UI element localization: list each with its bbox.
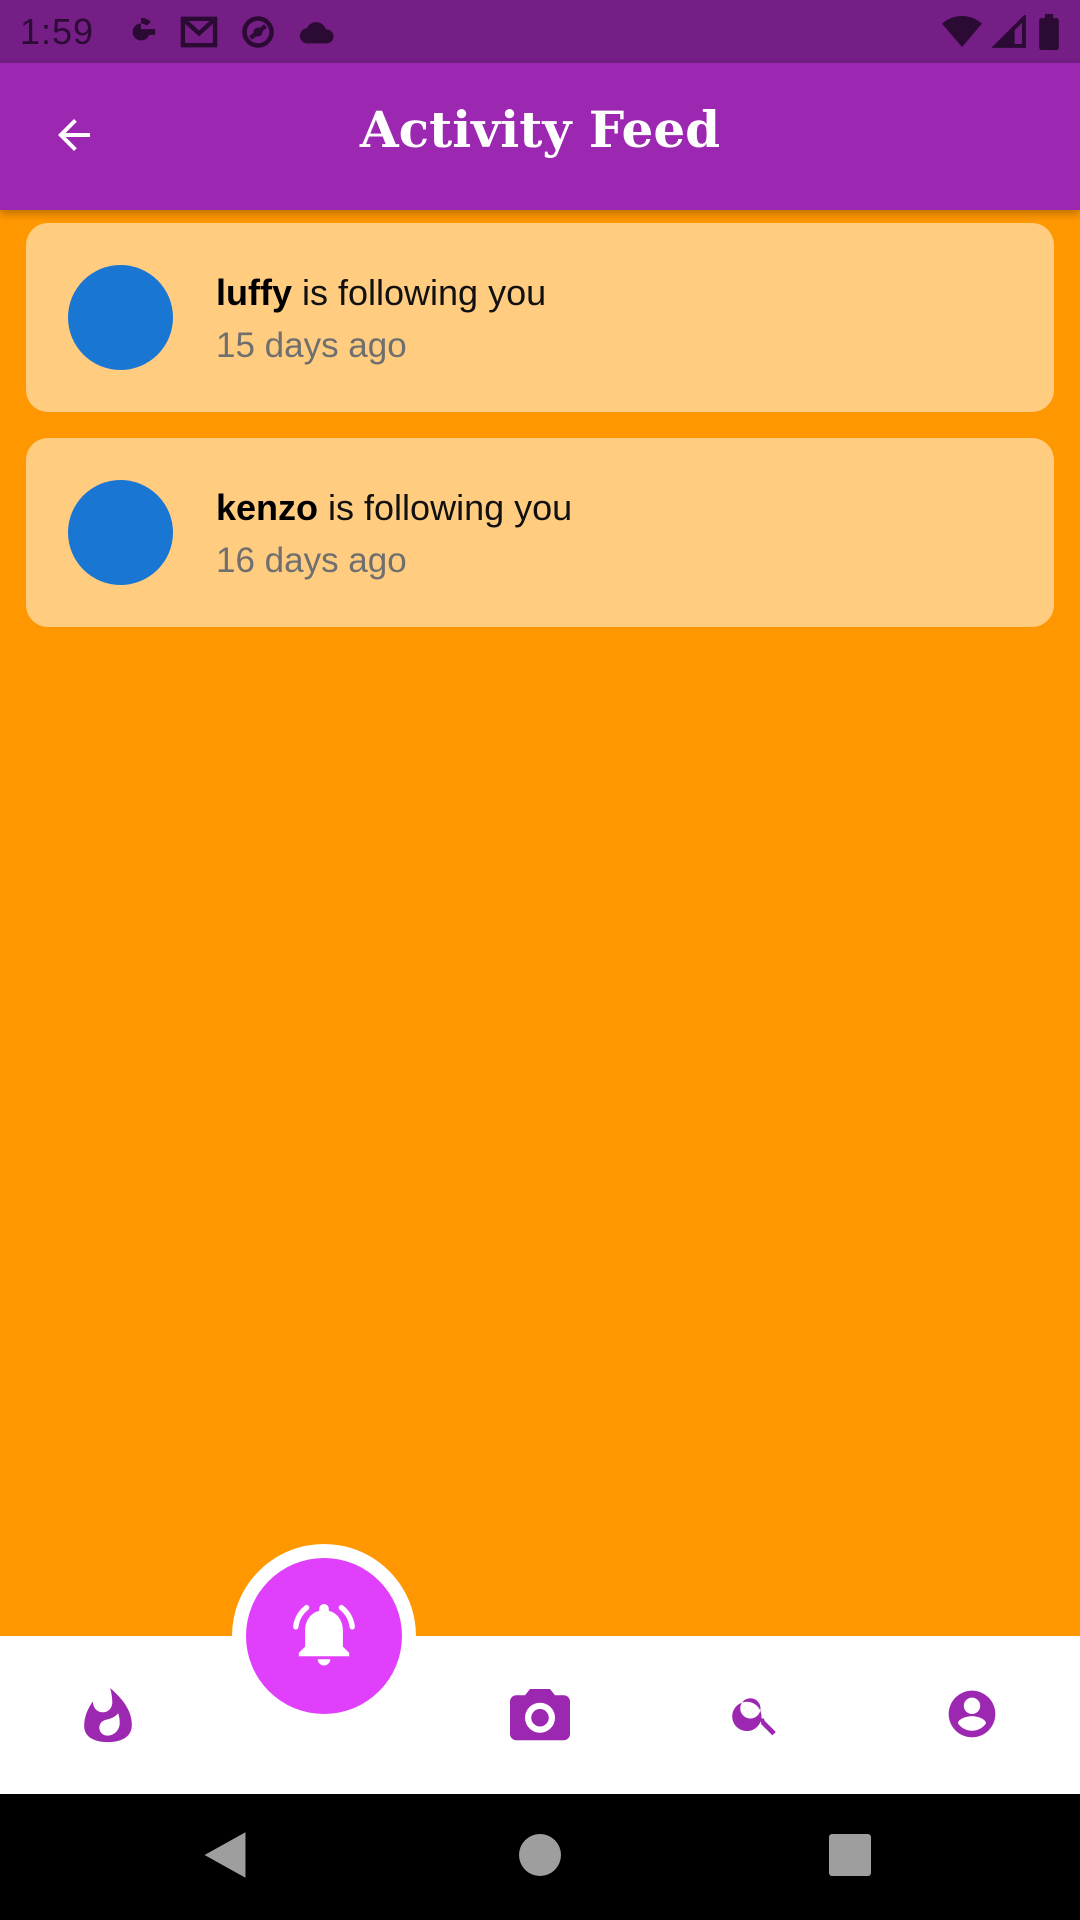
list-item[interactable]: luffy is following you 15 days ago xyxy=(26,223,1054,412)
status-bar: 1:59 xyxy=(0,0,1080,63)
nav-upload-button[interactable] xyxy=(500,1676,580,1756)
avatar[interactable] xyxy=(68,480,173,585)
feed-timestamp: 16 days ago xyxy=(216,541,407,580)
nav-activity-feed-button[interactable] xyxy=(246,1558,402,1714)
feed-message: kenzo is following you xyxy=(216,486,572,530)
cell-signal-icon xyxy=(992,14,1028,49)
list-item[interactable]: kenzo is following you 16 days ago xyxy=(26,438,1054,627)
avatar[interactable] xyxy=(68,265,173,370)
status-time: 1:59 xyxy=(20,10,95,52)
bell-ring-icon xyxy=(288,1598,360,1675)
square-recents-icon xyxy=(829,1833,871,1881)
cloud-icon xyxy=(298,19,336,45)
bottom-navigation-bar xyxy=(0,1636,1080,1794)
battery-icon xyxy=(1038,13,1060,50)
system-recents-button[interactable] xyxy=(817,1824,883,1890)
feed-text: kenzo is following you 16 days ago xyxy=(216,486,572,582)
app-bar: Activity Feed xyxy=(0,63,1080,210)
system-home-button[interactable] xyxy=(507,1824,573,1890)
circle-home-icon xyxy=(519,1833,561,1881)
wifi-icon xyxy=(942,15,982,49)
status-icons-right xyxy=(942,13,1060,50)
gmail-icon xyxy=(180,15,218,49)
feed-message: luffy is following you xyxy=(216,271,546,315)
feed-action: is following you xyxy=(292,272,547,313)
page-title: Activity Feed xyxy=(359,100,721,159)
feed-username[interactable]: luffy xyxy=(216,272,292,313)
triangle-back-icon xyxy=(202,1830,248,1885)
flame-icon xyxy=(82,1685,134,1748)
feed-timestamp: 15 days ago xyxy=(216,326,407,365)
system-navigation-bar xyxy=(0,1794,1080,1920)
status-icons-left xyxy=(124,14,336,50)
feed-action: is following you xyxy=(318,487,573,528)
account-circle-icon xyxy=(944,1686,1000,1747)
sync-icon xyxy=(240,14,276,50)
system-back-button[interactable] xyxy=(192,1824,258,1890)
feed-username[interactable]: kenzo xyxy=(216,487,318,528)
camera-icon xyxy=(510,1686,570,1747)
feed-text: luffy is following you 15 days ago xyxy=(216,271,546,367)
activity-feed-list: luffy is following you 15 days ago kenzo… xyxy=(26,223,1054,653)
google-icon xyxy=(124,15,158,49)
nav-timeline-button[interactable] xyxy=(68,1676,148,1756)
nav-search-button[interactable] xyxy=(716,1676,796,1756)
search-icon xyxy=(729,1687,783,1746)
nav-profile-button[interactable] xyxy=(932,1676,1012,1756)
